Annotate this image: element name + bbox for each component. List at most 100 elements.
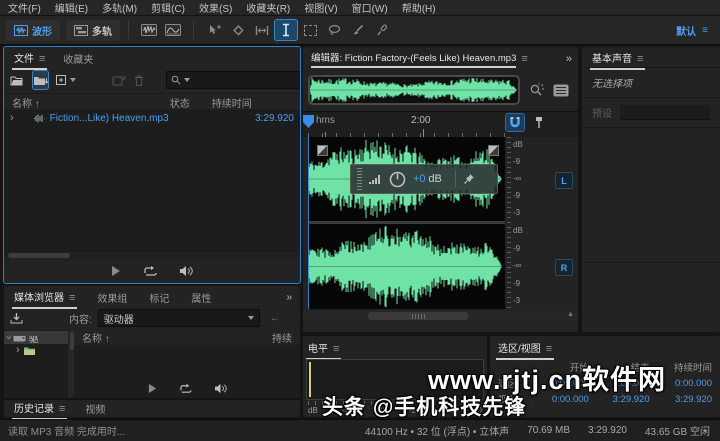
editor-hscroll-thumb[interactable] [368, 312, 468, 320]
gain-knob-icon[interactable] [389, 171, 406, 188]
editor-panel-menu-icon[interactable]: ≡ [521, 53, 527, 65]
tab-markers[interactable]: 标记 [147, 287, 171, 308]
waveform-view-button[interactable]: 波形 [6, 20, 60, 41]
editor-title[interactable]: 编辑器: Fiction Factory-(Feels Like) Heaven… [311, 50, 516, 68]
paintbrush-selection-tool-icon[interactable] [347, 20, 369, 40]
levels-title[interactable]: 电平≡ [306, 341, 341, 360]
menu-effects[interactable]: 效果(S) [199, 0, 232, 15]
files-panel-menu-icon[interactable]: ≡ [39, 53, 45, 65]
editor-controls-icon[interactable] [553, 84, 569, 97]
fade-in-handle[interactable] [317, 145, 328, 156]
channel-left-button[interactable]: L [555, 172, 573, 189]
snap-magnet-icon[interactable] [506, 114, 524, 131]
play-icon[interactable] [148, 383, 157, 394]
new-item-icon[interactable] [56, 71, 76, 89]
col-duration[interactable]: 持续时间 [212, 95, 252, 110]
slip-tool-icon[interactable] [251, 20, 273, 40]
tab-video[interactable]: 视频 [83, 398, 107, 419]
view-row: 视图 0:00.000 3:29.920 3:29.920 [496, 391, 714, 407]
view-start-value[interactable]: 0:00.000 [530, 391, 591, 407]
pin-hud-icon[interactable] [463, 173, 475, 185]
channel-right-button[interactable]: R [555, 259, 573, 276]
file-search-box[interactable] [166, 71, 319, 89]
col-status[interactable]: 状态 [170, 95, 190, 110]
search-input[interactable] [193, 74, 314, 86]
levels-panel-menu-icon[interactable]: ≡ [333, 343, 339, 355]
waveform-display-icon[interactable] [138, 20, 160, 40]
tab-properties[interactable]: 属性 [189, 287, 213, 308]
fade-out-handle[interactable] [488, 145, 499, 156]
trash-icon[interactable] [134, 71, 144, 89]
tree-expanded-chevron-icon[interactable]: › [4, 336, 13, 340]
search-filter-caret-icon[interactable] [184, 78, 190, 82]
tab-history[interactable]: 历史记录≡ [12, 397, 67, 420]
zoom-tool-icon[interactable] [529, 83, 544, 98]
overview-waveform[interactable] [308, 75, 520, 105]
file-row[interactable]: › Fiction...Like) Heaven.mp3 3:29.920 [4, 111, 300, 126]
waveform-channels[interactable] [308, 137, 505, 309]
menu-file[interactable]: 文件(F) [8, 0, 41, 15]
speaker-icon[interactable] [214, 383, 227, 394]
media-col-duration[interactable]: 持续 [272, 330, 292, 345]
workspace-switcher[interactable]: 默认 ≡ [676, 23, 720, 38]
time-selection-tool-icon[interactable] [275, 20, 297, 40]
scroll-arrow-icon[interactable]: ▲ [567, 311, 574, 318]
preset-field[interactable] [620, 105, 710, 120]
essential-panel-menu-icon[interactable]: ≡ [637, 53, 643, 65]
expand-chevron-icon[interactable]: › [10, 113, 14, 124]
editor-overflow-icon[interactable]: » [566, 53, 572, 65]
hud-grip-handle[interactable] [357, 168, 362, 190]
selection-start-value[interactable]: 0:00.000 [530, 375, 591, 391]
menu-multitrack[interactable]: 多轨(M) [102, 0, 137, 15]
open-file-icon[interactable] [10, 71, 25, 89]
content-drive-select[interactable]: 驱动器 [98, 309, 260, 327]
import-file-icon[interactable] [33, 71, 48, 89]
selection-view-title[interactable]: 选区/视图≡ [496, 341, 554, 360]
selection-duration-value[interactable]: 0:00.000 [652, 375, 714, 391]
menu-help[interactable]: 帮助(H) [402, 0, 436, 15]
multitrack-view-button[interactable]: 多轨 [66, 20, 120, 41]
back-arrow-icon[interactable]: ← [270, 313, 280, 324]
menu-favorites[interactable]: 收藏夹(R) [246, 0, 290, 15]
panel-overflow-icon[interactable]: » [286, 292, 292, 303]
menu-window[interactable]: 窗口(W) [352, 0, 388, 15]
lasso-selection-tool-icon[interactable] [323, 20, 345, 40]
media-col-name[interactable]: 名称 ↑ [82, 330, 110, 345]
razor-tool-icon[interactable] [227, 20, 249, 40]
files-hscrollbar[interactable] [4, 252, 300, 259]
loop-playback-icon[interactable] [179, 383, 192, 394]
tree-vscrollbar[interactable] [70, 330, 74, 398]
volume-hud[interactable]: +0 dB [350, 164, 498, 194]
speaker-icon[interactable] [179, 265, 193, 277]
spectral-display-icon[interactable] [162, 20, 184, 40]
media-panel-menu-icon[interactable]: ≡ [69, 292, 75, 304]
menu-edit[interactable]: 编辑(E) [55, 0, 88, 15]
col-name[interactable]: 名称 ↑ [12, 95, 40, 110]
move-tool-icon[interactable] [203, 20, 225, 40]
history-panel-menu-icon[interactable]: ≡ [59, 403, 65, 415]
menu-view[interactable]: 视图(V) [304, 0, 337, 15]
view-duration-value[interactable]: 3:29.920 [652, 391, 714, 407]
tree-item-drive-c[interactable]: › [4, 344, 68, 357]
selection-end-value[interactable]: 0:00.000 [591, 375, 652, 391]
import-download-icon[interactable] [10, 312, 23, 324]
loop-playback-icon[interactable] [143, 265, 157, 277]
tree-hscroll-thumb[interactable] [6, 331, 40, 336]
tab-favorites[interactable]: 收藏夹 [61, 48, 95, 69]
tree-collapsed-chevron-icon[interactable]: › [16, 345, 20, 356]
hud-gain-value[interactable]: +0 dB [413, 173, 442, 185]
play-icon[interactable] [111, 265, 121, 277]
file-name: Fiction...Like) Heaven.mp3 [50, 113, 169, 124]
marker-flag-icon[interactable] [530, 114, 548, 131]
marquee-selection-tool-icon[interactable] [299, 20, 321, 40]
insert-multitrack-icon[interactable] [112, 71, 126, 89]
selection-panel-menu-icon[interactable]: ≡ [546, 343, 552, 355]
spot-healing-brush-tool-icon[interactable] [371, 20, 393, 40]
editor-hscrollbar[interactable]: ▲ [303, 311, 578, 321]
view-end-value[interactable]: 3:29.920 [591, 391, 652, 407]
workspace-menu-icon[interactable]: ≡ [702, 25, 708, 36]
menu-clip[interactable]: 剪辑(C) [151, 0, 185, 15]
tab-effects-rack[interactable]: 效果组 [95, 287, 129, 308]
files-panel: 文件≡ 收藏夹 [4, 47, 300, 283]
timeline-ruler[interactable]: hms 2:00 [308, 112, 505, 137]
